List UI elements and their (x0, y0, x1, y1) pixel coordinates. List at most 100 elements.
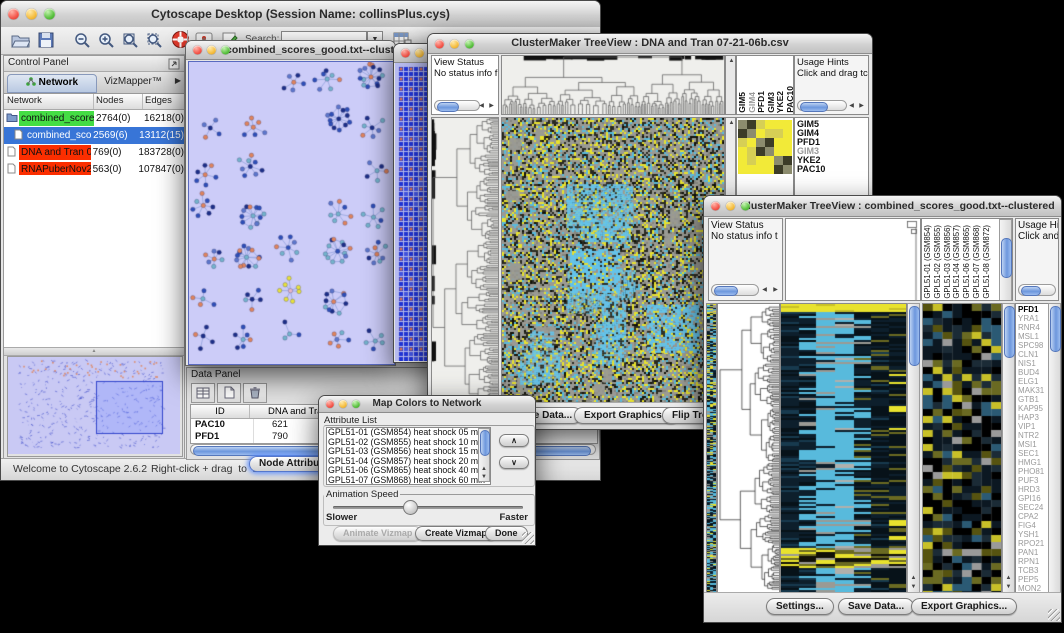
minimize-button[interactable] (207, 46, 216, 55)
matrix-cell[interactable] (747, 165, 756, 174)
tv2-gene-label[interactable]: BUD4 (1018, 368, 1048, 377)
tv2-gene-label[interactable]: PHO81 (1018, 467, 1048, 476)
matrix-cell[interactable] (774, 120, 783, 129)
tv2-gene-label[interactable]: GTB1 (1018, 395, 1048, 404)
tv2-gene-label[interactable]: HRD3 (1018, 485, 1048, 494)
tab-vizmapper[interactable]: VizMapper™ (97, 74, 169, 91)
tv2-column-label[interactable]: GPL51-03 (GSM856) (944, 225, 952, 299)
scroll-up-arrow[interactable]: ▲ (726, 57, 736, 65)
tab-overflow-arrow[interactable]: ▶ (175, 76, 181, 85)
tv2-column-label[interactable]: GPL51-02 (GSM855) (934, 225, 942, 299)
tv2-gene-vscrollbar[interactable] (1048, 303, 1061, 593)
tv1-column-dendrogram-canvas[interactable] (502, 56, 724, 114)
scroll-down-arrow[interactable]: ▼ (908, 583, 919, 591)
minimize-button[interactable] (415, 49, 424, 58)
tv1-gene-label[interactable]: PAC10 (797, 165, 868, 174)
zoom-out-icon[interactable] (71, 30, 93, 50)
tv2-gene-label[interactable]: RNR4 (1018, 323, 1048, 332)
matrix-cell[interactable] (783, 129, 792, 138)
matrix-cell[interactable] (774, 138, 783, 147)
tv2-gene-label[interactable]: TCB3 (1018, 566, 1048, 575)
matrix-cell[interactable] (783, 120, 792, 129)
close-button[interactable] (326, 400, 334, 408)
matrix-cell[interactable] (756, 156, 765, 165)
resize-grip[interactable] (1048, 609, 1060, 621)
matrix-cell[interactable] (738, 138, 747, 147)
matrix-cell[interactable] (774, 147, 783, 156)
birdseye-canvas[interactable] (8, 357, 180, 454)
zoom-button[interactable] (352, 400, 360, 408)
scroll-thumb[interactable] (437, 102, 459, 112)
scroll-thumb[interactable] (1021, 286, 1041, 296)
delete-trash-icon[interactable] (243, 383, 267, 403)
tv2-heatmap-vscrollbar[interactable]: ▲ ▼ (907, 303, 920, 593)
speed-slider-track[interactable] (333, 506, 523, 509)
tv2-global-strip[interactable] (706, 303, 717, 593)
matrix-cell[interactable] (747, 147, 756, 156)
scroll-thumb[interactable] (1001, 238, 1012, 278)
tv1-usage-hscrollbar[interactable] (797, 100, 847, 111)
matrix-cell[interactable] (765, 138, 774, 147)
tv2-gene-label[interactable]: NIS1 (1018, 359, 1048, 368)
scroll-down-arrow[interactable]: ▼ (479, 473, 489, 481)
treeview1-title-bar[interactable]: ClusterMaker TreeView : DNA and Tran 07-… (428, 34, 872, 54)
speed-slider-thumb[interactable] (403, 500, 418, 515)
scroll-thumb[interactable] (480, 430, 490, 456)
tv2-gene-label[interactable]: CLN1 (1018, 350, 1048, 359)
close-button[interactable] (401, 49, 410, 58)
scroll-up-arrow[interactable]: ▲ (726, 119, 736, 127)
scroll-thumb[interactable] (1004, 306, 1015, 358)
tv2-labels-vscrollbar[interactable] (999, 219, 1012, 301)
tv2-gene-label[interactable]: RPO21 (1018, 539, 1048, 548)
matrix-cell[interactable] (756, 129, 765, 138)
matrix-cell[interactable] (738, 165, 747, 174)
matrix-cell[interactable] (747, 129, 756, 138)
tv2-gene-label[interactable]: HMG1 (1018, 458, 1048, 467)
settings-button[interactable]: Settings... (766, 598, 834, 615)
matrix-cell[interactable] (747, 156, 756, 165)
main-title-bar[interactable]: Cytoscape Desktop (Session Name: collins… (1, 1, 600, 28)
tv2-gene-label[interactable]: FIG4 (1018, 521, 1048, 530)
treeview2-title-bar[interactable]: ClusterMaker TreeView : combined_scores_… (704, 196, 1061, 217)
network-view-title-bar[interactable]: combined_scores_good.txt--cluste... (186, 41, 395, 60)
tv2-gene-label[interactable]: SEC24 (1018, 503, 1048, 512)
scroll-right-arrow[interactable]: ▶ (486, 102, 497, 110)
scroll-up-arrow[interactable]: ▲ (1003, 574, 1014, 582)
scroll-down-arrow[interactable]: ▼ (1003, 583, 1014, 591)
tv1-top-vscroll[interactable]: ▲ (725, 55, 736, 115)
matrix-cell[interactable] (774, 165, 783, 174)
open-file-icon[interactable] (9, 30, 31, 50)
column-header-id[interactable]: ID (191, 405, 250, 418)
close-button[interactable] (8, 9, 19, 20)
matrix-cell[interactable] (765, 156, 774, 165)
tab-network[interactable]: Network (7, 74, 97, 93)
tv2-gene-label[interactable]: ELG1 (1018, 377, 1048, 386)
scroll-up-arrow[interactable]: ▲ (479, 465, 489, 473)
tv2-column-label[interactable]: GPL51-01 (GSM854) (924, 225, 932, 299)
network-name[interactable]: combined_scores (19, 111, 94, 126)
matrix-cell[interactable] (756, 138, 765, 147)
minimize-button[interactable] (339, 400, 347, 408)
tv2-usage-hscrollbar[interactable] (1018, 284, 1056, 296)
tv2-heatmap[interactable] (780, 303, 907, 593)
matrix-cell[interactable] (783, 147, 792, 156)
network-canvas[interactable] (189, 62, 394, 364)
matrix-cell[interactable] (738, 120, 747, 129)
close-button[interactable] (435, 39, 444, 48)
tv1-column-label[interactable]: PFD1 (757, 91, 766, 113)
matrix-cell[interactable] (747, 138, 756, 147)
tv2-heatmap-canvas[interactable] (781, 304, 906, 592)
tv2-global-strip-canvas[interactable] (707, 304, 716, 592)
network-name[interactable]: combined_sco (25, 128, 91, 143)
zoom-selected-icon[interactable] (143, 30, 165, 50)
matrix-cell[interactable] (765, 120, 774, 129)
attribute-list-vscrollbar[interactable]: ▲ ▼ (478, 428, 490, 482)
move-up-button[interactable]: ∧ (499, 434, 529, 447)
scroll-right-arrow[interactable]: ▶ (856, 102, 867, 110)
tv2-gene-label[interactable]: PEP5 (1018, 575, 1048, 584)
tv2-column-label[interactable]: GPL51-04 (GSM857) (953, 225, 961, 299)
tv1-detail-matrix[interactable] (738, 120, 792, 174)
tv2-row-dendrogram[interactable] (717, 303, 780, 593)
network-row[interactable]: DNA and Tran 07769(0)183728(0) (4, 144, 184, 161)
matrix-cell[interactable] (738, 147, 747, 156)
